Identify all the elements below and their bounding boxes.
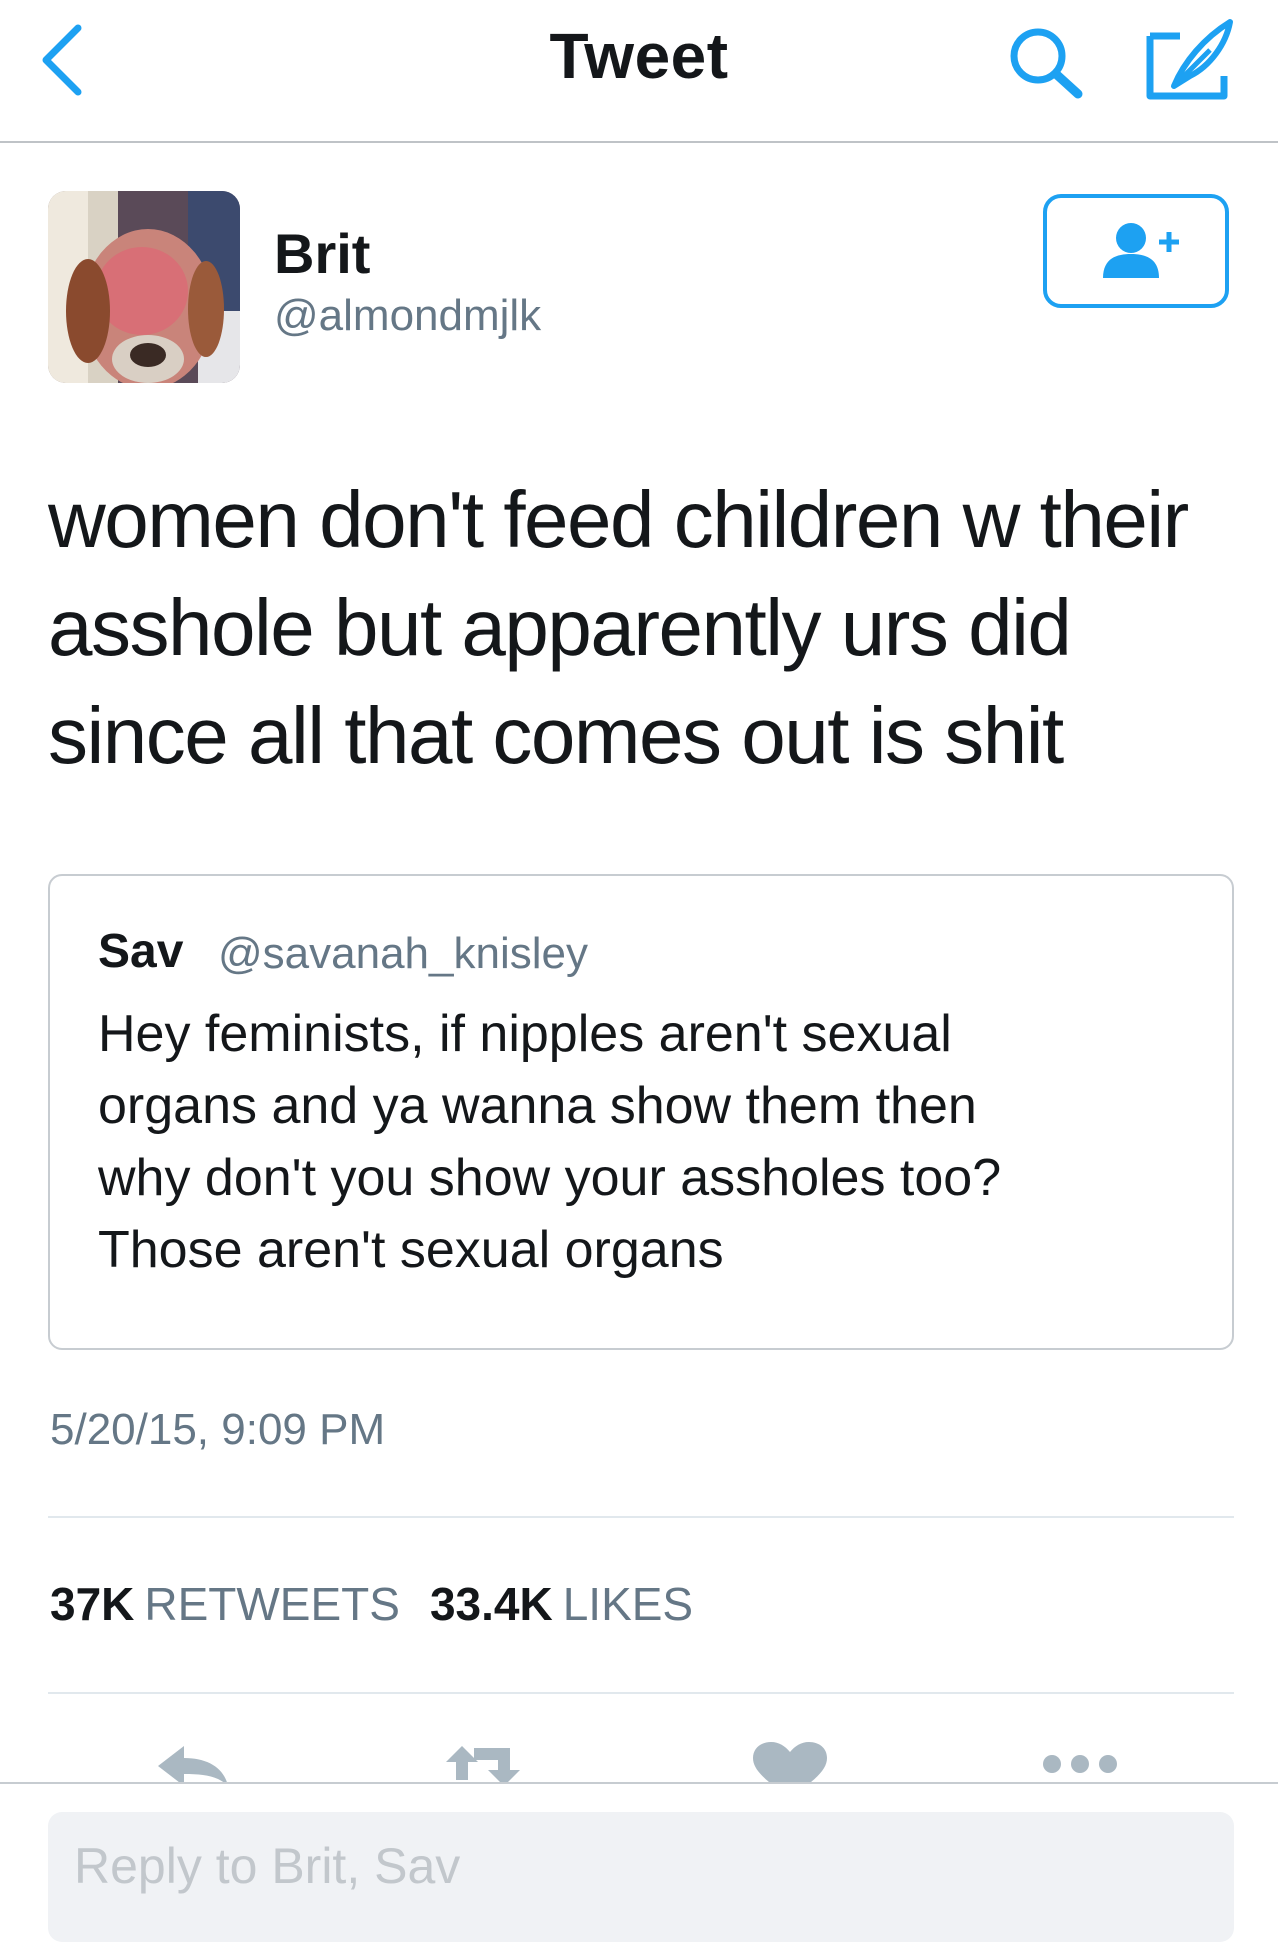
retweet-icon	[446, 1746, 520, 1784]
follow-button[interactable]	[1043, 194, 1229, 308]
tweet-text: women don't feed children w their asshol…	[48, 466, 1238, 790]
like-button[interactable]	[745, 1740, 835, 1784]
compose-button[interactable]	[1140, 14, 1240, 104]
tweet-timestamp: 5/20/15, 9:09 PM	[50, 1405, 386, 1454]
tweet-line: asshole but apparently urs did	[48, 583, 1072, 672]
retweets-stat[interactable]: 37K RETWEETS	[50, 1578, 400, 1630]
quoted-tweet-text: Hey feminists, if nipples aren't sexual …	[98, 998, 1208, 1286]
quoted-line: Hey feminists, if nipples aren't sexual	[98, 1005, 952, 1063]
retweet-button[interactable]	[438, 1740, 528, 1784]
likes-stat[interactable]: 33.4K LIKES	[430, 1578, 693, 1630]
nav-divider	[0, 141, 1278, 143]
likes-count: 33.4K	[429, 1578, 553, 1630]
retweets-label: RETWEETS	[144, 1578, 400, 1630]
more-icon	[1043, 1755, 1117, 1773]
avatar[interactable]	[48, 191, 240, 383]
quoted-author-name: Sav	[98, 925, 184, 978]
author-name[interactable]: Brit	[274, 222, 370, 286]
tweet-stats: 37K RETWEETS 33.4K LIKES	[50, 1578, 693, 1630]
quoted-author-handle: @savanah_knisley	[218, 929, 588, 978]
top-nav: Tweet	[0, 0, 1278, 142]
quoted-line: why don't you show your assholes too?	[98, 1149, 1002, 1207]
reply-bar-divider	[0, 1782, 1278, 1784]
retweets-count: 37K	[50, 1578, 135, 1630]
add-user-icon	[1103, 223, 1179, 278]
divider	[48, 1516, 1234, 1518]
divider	[48, 1692, 1234, 1694]
likes-label: LIKES	[562, 1578, 694, 1630]
quoted-tweet[interactable]: Sav @savanah_knisley Hey feminists, if n…	[48, 874, 1234, 1350]
action-bar	[0, 1740, 1278, 1784]
reply-icon	[158, 1746, 228, 1784]
search-icon	[1010, 28, 1083, 99]
compose-icon	[1146, 19, 1233, 100]
quoted-line: Those aren't sexual organs	[98, 1221, 724, 1279]
tweet-line: since all that comes out is shit	[48, 691, 1064, 780]
avatar-dog-photo	[48, 191, 240, 383]
tweet-line: women don't feed children w their	[48, 475, 1189, 564]
heart-icon	[753, 1742, 827, 1784]
reply-button[interactable]	[148, 1740, 238, 1784]
reply-placeholder: Reply to Brit, Sav	[74, 1838, 461, 1894]
quoted-line: organs and ya wanna show them then	[98, 1077, 977, 1135]
reply-input[interactable]: Reply to Brit, Sav	[48, 1812, 1234, 1942]
search-button[interactable]	[1000, 22, 1090, 102]
author-handle[interactable]: @almondmjlk	[274, 290, 541, 342]
more-button[interactable]	[1036, 1740, 1126, 1784]
